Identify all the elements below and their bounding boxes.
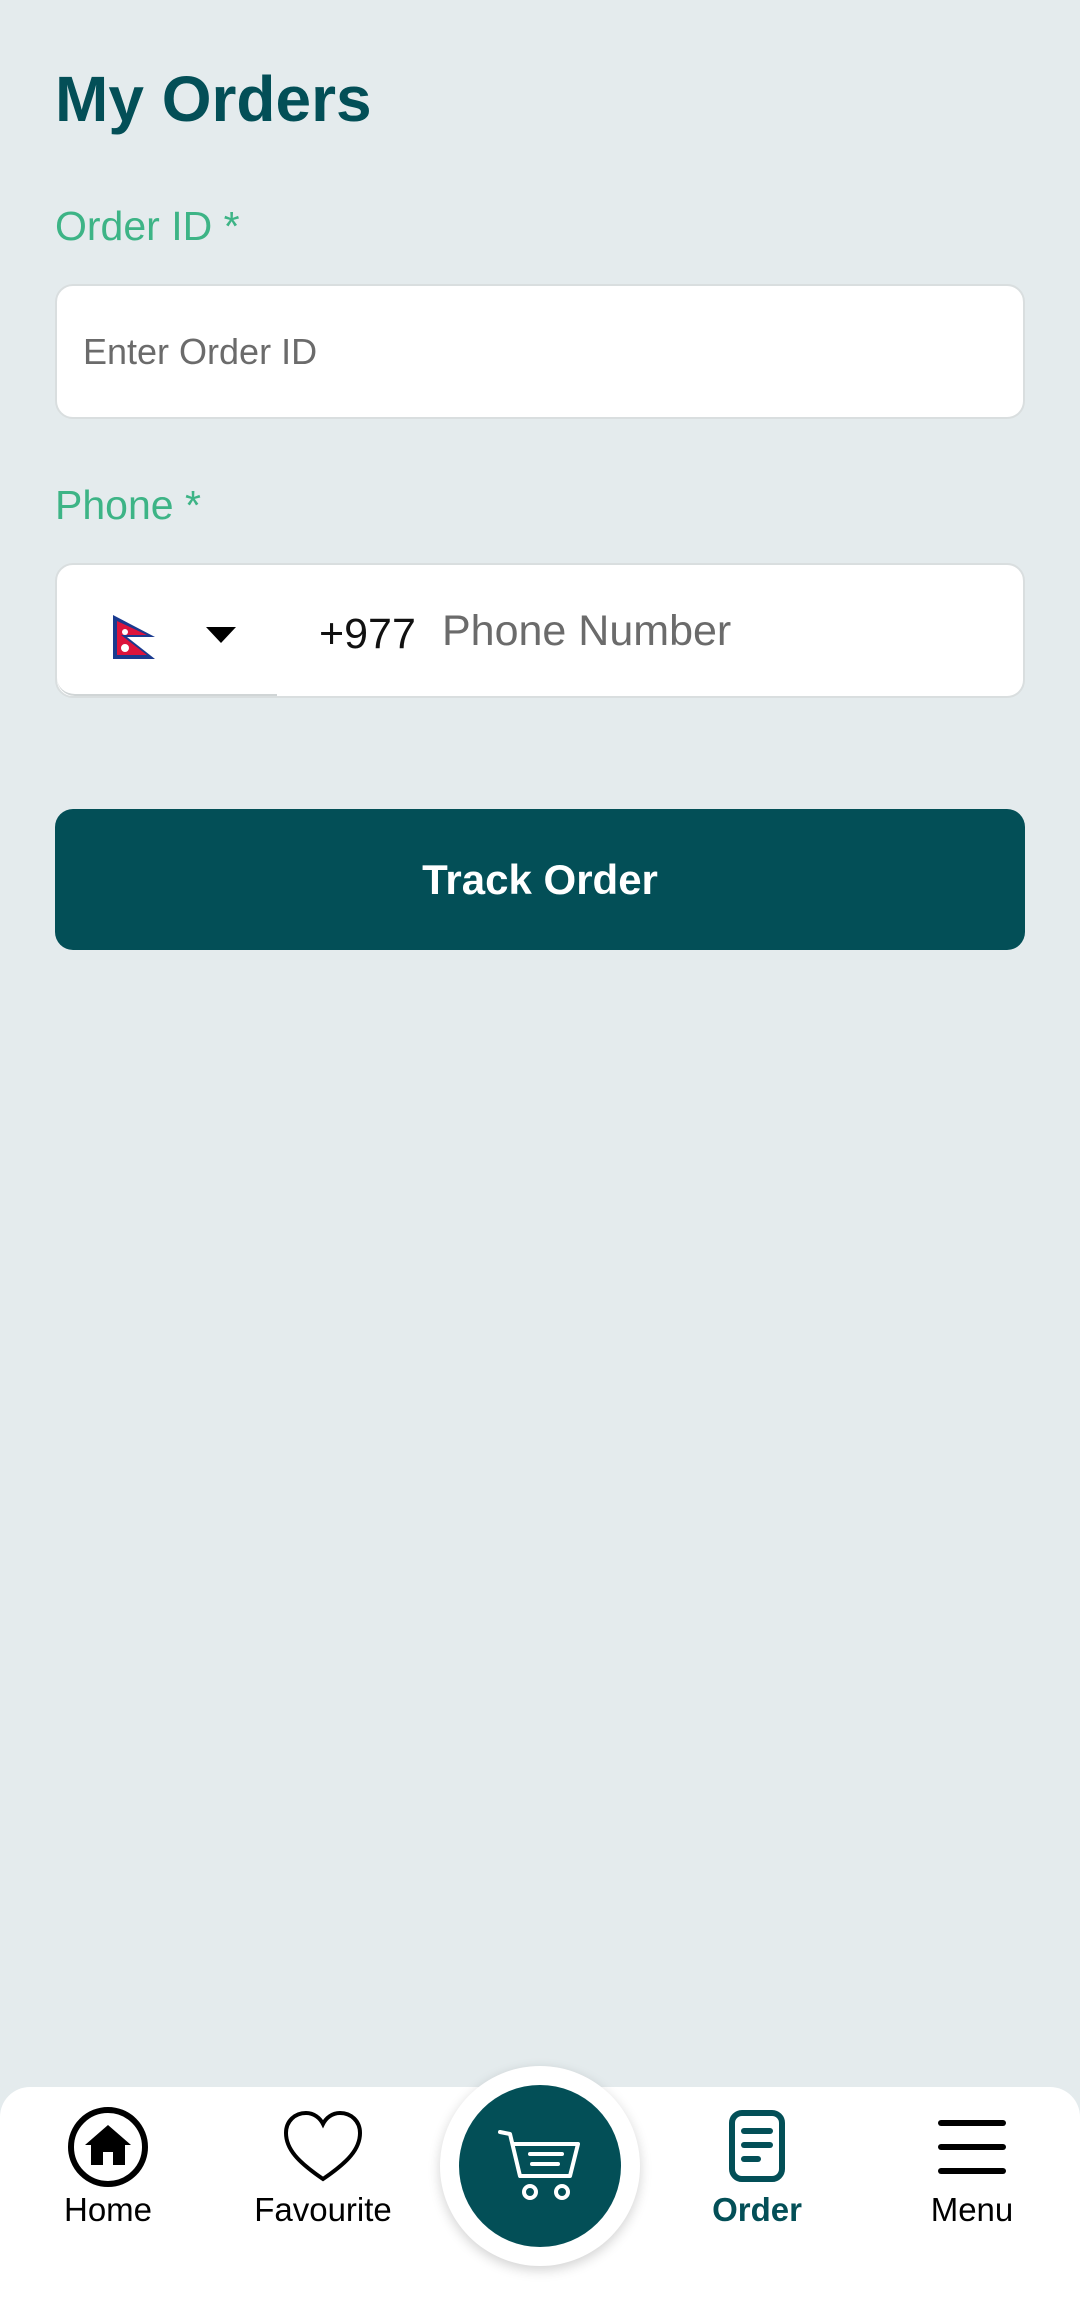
order-document-icon [729, 2110, 785, 2182]
nav-label-favourite: Favourite [254, 2191, 392, 2228]
nav-label-order: Order [712, 2191, 802, 2228]
cart-icon [498, 2130, 580, 2200]
phone-number-input[interactable] [442, 585, 1002, 677]
chevron-down-icon [206, 627, 236, 643]
phone-label: Phone * [55, 482, 201, 528]
page-title: My Orders [55, 63, 372, 135]
home-icon [68, 2107, 148, 2187]
order-id-label: Order ID * [55, 203, 240, 249]
nav-item-favourite[interactable]: Favourite [223, 2107, 423, 2247]
country-code-selector[interactable] [57, 565, 277, 696]
cart-button[interactable] [459, 2085, 621, 2247]
order-id-input[interactable] [57, 286, 1023, 417]
order-id-field [55, 284, 1025, 419]
track-order-button[interactable]: Track Order [55, 809, 1025, 950]
phone-field: +977 [55, 563, 1025, 698]
nav-label-menu: Menu [930, 2191, 1014, 2228]
nav-label-home: Home [63, 2191, 153, 2228]
heart-icon [283, 2110, 363, 2182]
dial-code: +977 [319, 610, 416, 658]
nav-item-order[interactable]: Order [657, 2107, 857, 2247]
nepal-flag-icon [113, 615, 155, 659]
hamburger-menu-icon [938, 2120, 1006, 2174]
nav-item-home[interactable]: Home [8, 2107, 208, 2247]
nav-item-menu[interactable]: Menu [872, 2107, 1072, 2247]
